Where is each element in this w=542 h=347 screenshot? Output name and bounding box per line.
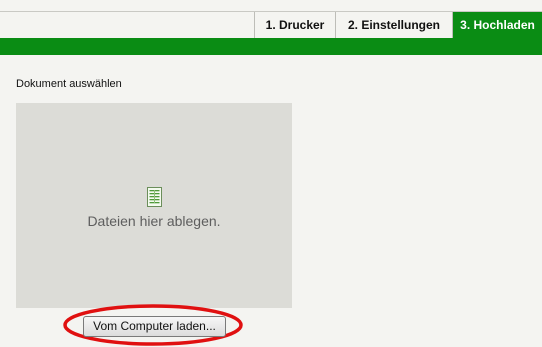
tab-settings[interactable]: 2. Einstellungen <box>335 12 453 39</box>
dropzone-text: Dateien hier ablegen. <box>87 213 221 229</box>
wizard-steps: 1. Drucker 2. Einstellungen 3. Hochladen <box>0 11 542 39</box>
accent-bar <box>0 38 542 55</box>
tab-printer[interactable]: 1. Drucker <box>254 12 335 39</box>
section-label: Dokument auswählen <box>16 78 122 90</box>
tab-upload[interactable]: 3. Hochladen <box>453 12 542 39</box>
document-icon <box>147 187 162 207</box>
file-dropzone[interactable]: Dateien hier ablegen. <box>16 103 292 308</box>
upload-from-computer-button[interactable]: Vom Computer laden... <box>83 316 226 337</box>
